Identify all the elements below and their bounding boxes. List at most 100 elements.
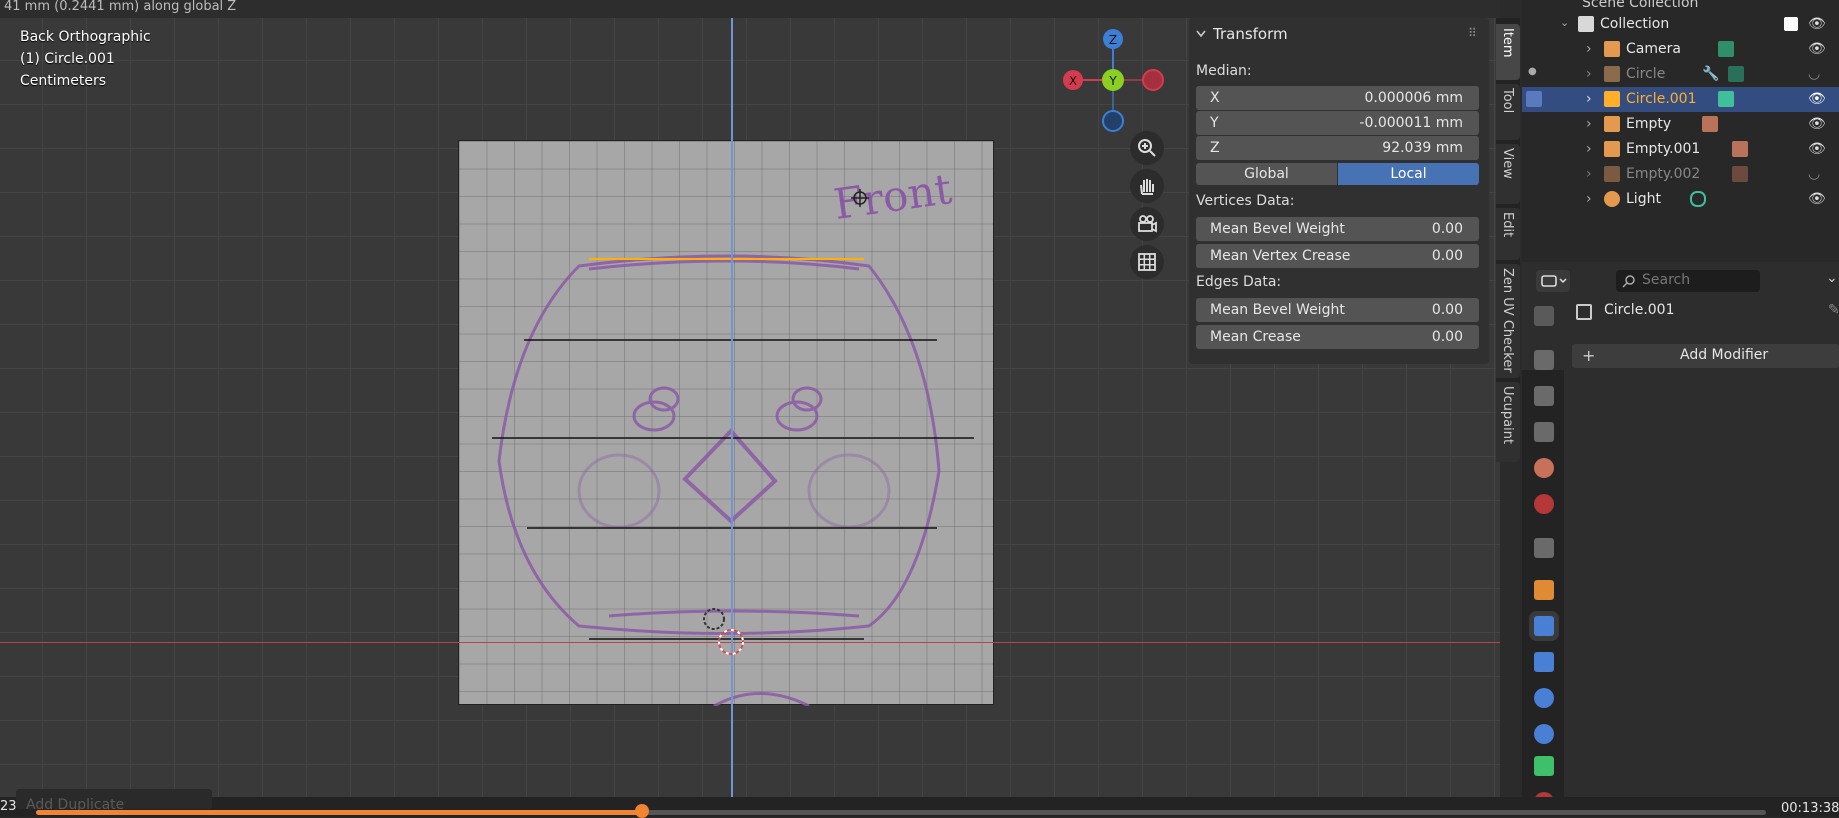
row-label: Camera: [1626, 41, 1681, 57]
image-icon: [1732, 141, 1748, 157]
chevron-right-icon[interactable]: ›: [1586, 91, 1592, 107]
chevron-right-icon[interactable]: ›: [1586, 116, 1592, 132]
scene-icon[interactable]: [1534, 458, 1554, 478]
edge-crease-field[interactable]: Mean Crease 0.00: [1196, 325, 1479, 349]
chevron-down-icon[interactable]: ⌄: [1560, 16, 1569, 29]
drag-handle-icon[interactable]: ⠿: [1468, 26, 1477, 40]
search-input[interactable]: Search: [1616, 270, 1760, 292]
eye-closed-icon[interactable]: ◡: [1808, 66, 1820, 82]
eye-icon[interactable]: 👁: [1808, 141, 1826, 157]
editor-type-button[interactable]: [1536, 270, 1570, 292]
chevron-down-icon[interactable]: [1195, 28, 1207, 40]
eye-icon[interactable]: 👁: [1808, 16, 1826, 32]
last-operator-panel[interactable]: Add Duplicate: [16, 789, 212, 813]
tab-ucupaint[interactable]: Ucupaint: [1496, 382, 1520, 462]
field-value: 0.000006 mm: [1364, 90, 1463, 106]
search-icon: [1622, 275, 1635, 288]
eye-icon[interactable]: 👁: [1808, 91, 1826, 107]
edge-bevel-weight-field[interactable]: Mean Bevel Weight 0.00: [1196, 298, 1479, 322]
field-label: Z: [1210, 140, 1220, 156]
zoom-button[interactable]: [1130, 131, 1164, 165]
gizmo-x-label: X: [1069, 74, 1077, 88]
local-toggle[interactable]: Local: [1338, 163, 1479, 185]
eye-icon[interactable]: 👁: [1808, 116, 1826, 132]
physics-icon[interactable]: [1534, 688, 1554, 708]
median-label: Median:: [1196, 63, 1252, 79]
chevron-right-icon[interactable]: ›: [1586, 66, 1592, 82]
pan-button[interactable]: [1130, 169, 1164, 203]
render-icon[interactable]: [1534, 350, 1554, 370]
add-modifier-button[interactable]: + Add Modifier: [1572, 344, 1839, 368]
playhead[interactable]: [634, 804, 649, 818]
vertex-crease-field[interactable]: Mean Vertex Crease 0.00: [1196, 244, 1479, 268]
checkbox-icon[interactable]: [1784, 17, 1798, 31]
median-z-field[interactable]: Z 92.039 mm: [1196, 136, 1479, 160]
field-label: Mean Bevel Weight: [1210, 221, 1345, 237]
world-icon[interactable]: [1534, 494, 1554, 514]
image-icon: [1732, 166, 1748, 182]
3d-viewport[interactable]: 41 mm (0.2441 mm) along global Z Back Or…: [0, 0, 1500, 817]
tab-item[interactable]: Item: [1496, 24, 1520, 80]
vertex-bevel-weight-field[interactable]: Mean Bevel Weight 0.00: [1196, 217, 1479, 241]
edit-mode-icon[interactable]: [1526, 91, 1542, 107]
navigation-gizmo[interactable]: Z X Y: [1055, 26, 1165, 136]
output-icon[interactable]: [1534, 386, 1554, 406]
empty-object-icon: [1604, 141, 1620, 157]
wrench-icon: 🔧: [1702, 66, 1720, 82]
particles-icon[interactable]: [1534, 652, 1554, 672]
chevron-right-icon[interactable]: ›: [1586, 41, 1592, 57]
camera-view-button[interactable]: [1130, 207, 1164, 241]
timeline-bar[interactable]: 23 Add Duplicate 00:13:38: [0, 789, 1839, 818]
add-modifier-label: Add Modifier: [1680, 347, 1769, 363]
eye-icon[interactable]: 👁: [1808, 191, 1826, 207]
collection-row[interactable]: ⌄ Collection 👁: [1522, 12, 1839, 37]
outliner-item-empty-001[interactable]: › Empty.001 👁: [1522, 137, 1839, 162]
row-label: Empty: [1626, 116, 1672, 132]
search-placeholder: Search: [1642, 272, 1691, 288]
median-x-field[interactable]: X 0.000006 mm: [1196, 86, 1479, 110]
eye-icon[interactable]: 👁: [1808, 41, 1826, 57]
outliner-item-circle-001[interactable]: › Circle.001 👁: [1522, 87, 1839, 112]
camera-data-icon: [1718, 41, 1734, 57]
outliner-item-empty-002[interactable]: › Empty.002 ◡: [1522, 162, 1839, 187]
tab-label: Item: [1500, 28, 1515, 58]
field-value: 0.00: [1431, 248, 1463, 264]
tab-edit[interactable]: Edit: [1496, 208, 1520, 260]
modifier-wrench-icon[interactable]: [1534, 616, 1554, 636]
mesh-object-icon: [1604, 91, 1620, 107]
chevron-down-icon[interactable]: ⌄: [1826, 270, 1838, 286]
active-object-label: (1) Circle.001: [20, 51, 115, 67]
row-label: Empty.002: [1626, 166, 1701, 182]
object-icon: [1576, 304, 1592, 320]
tab-view[interactable]: View: [1496, 144, 1520, 204]
grid-icon: [1138, 253, 1156, 271]
tab-tool[interactable]: Tool: [1496, 84, 1520, 140]
pin-icon[interactable]: ✎: [1828, 302, 1839, 318]
tab-zen-uv-checker[interactable]: Zen UV Checker: [1496, 264, 1520, 378]
outliner-item-circle[interactable]: ● › Circle 🔧 ◡: [1522, 62, 1839, 87]
chevron-right-icon[interactable]: ›: [1586, 166, 1592, 182]
collection-props-icon[interactable]: [1534, 538, 1554, 558]
constraints-icon[interactable]: [1534, 724, 1554, 744]
outliner-item-camera[interactable]: › Camera 👁: [1522, 37, 1839, 62]
field-label: Y: [1210, 115, 1219, 131]
eye-closed-icon[interactable]: ◡: [1808, 166, 1820, 182]
outliner-item-light[interactable]: › Light 👁: [1522, 187, 1839, 212]
object-data-icon[interactable]: [1534, 756, 1554, 776]
tool-icon[interactable]: [1534, 306, 1554, 326]
toggle-ortho-button[interactable]: [1130, 245, 1164, 279]
median-y-field[interactable]: Y -0.000011 mm: [1196, 111, 1479, 135]
outliner: Scene Collection ⌄ Collection 👁 › Camera…: [1522, 0, 1839, 262]
editor-type-icon: [1541, 275, 1567, 287]
3d-cursor-icon[interactable]: [697, 605, 749, 663]
chevron-right-icon[interactable]: ›: [1586, 141, 1592, 157]
field-label: X: [1210, 90, 1220, 106]
global-toggle[interactable]: Global: [1196, 163, 1337, 185]
view-layer-icon[interactable]: [1534, 422, 1554, 442]
object-props-icon[interactable]: [1534, 580, 1554, 600]
object-name: Circle.001: [1604, 302, 1675, 318]
chevron-right-icon[interactable]: ›: [1586, 191, 1592, 207]
row-label: Circle: [1626, 66, 1666, 82]
outliner-item-empty[interactable]: › Empty 👁: [1522, 112, 1839, 137]
transform-panel: Transform ⠿ Median: X 0.000006 mm Y -0.000…: [1189, 18, 1489, 364]
